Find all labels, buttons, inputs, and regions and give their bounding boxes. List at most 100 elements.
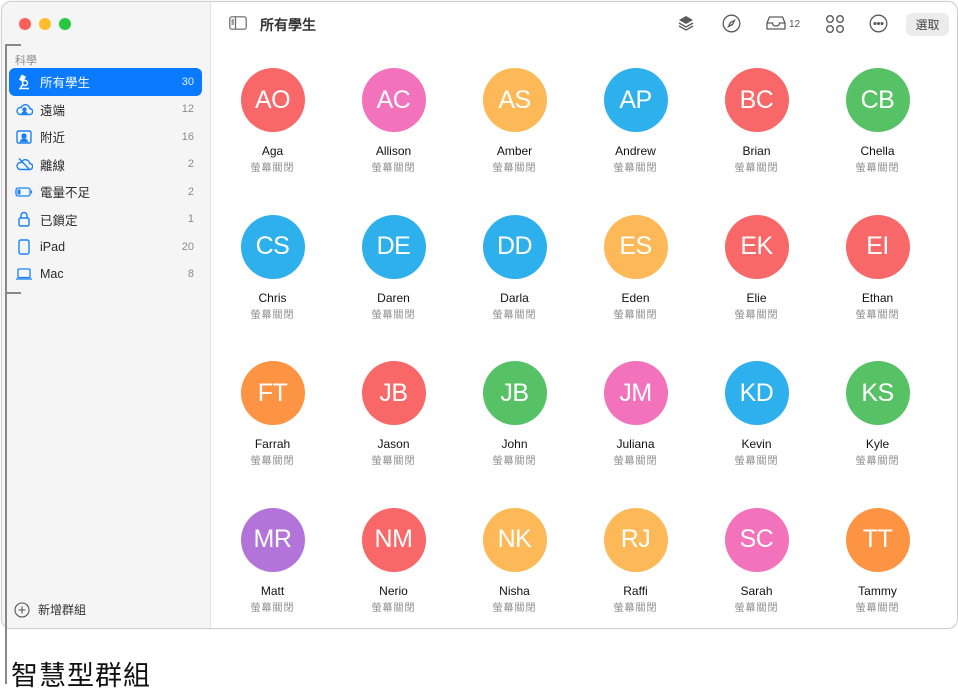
student-tile[interactable]: AO Aga 螢幕關閉 (212, 46, 333, 193)
sidebar-item-count: 16 (181, 130, 194, 143)
student-tile[interactable]: JB Jason 螢幕關閉 (333, 339, 454, 486)
student-tile[interactable]: KD Kevin 螢幕關閉 (696, 339, 817, 486)
sidebar-item-label: 離線 (40, 158, 66, 173)
avatar: MR (240, 507, 305, 572)
zoom-button[interactable] (59, 18, 71, 30)
avatar: CB (845, 68, 910, 132)
avatar: KD (724, 361, 789, 425)
student-tile[interactable]: JB John 螢幕關閉 (454, 339, 575, 486)
sidebar-item-ipad[interactable]: iPad 20 (9, 233, 202, 261)
toolbar: 所有學生 12 選取 (211, 2, 957, 46)
student-tile[interactable]: DE Daren 螢幕關閉 (333, 193, 454, 340)
avatar: FT (240, 361, 305, 425)
select-button[interactable]: 選取 (906, 13, 949, 36)
student-status: 螢幕關閉 (492, 456, 537, 467)
student-status: 螢幕關閉 (250, 163, 295, 174)
layers-icon[interactable] (677, 14, 695, 37)
student-tile[interactable]: AP Andrew 螢幕關閉 (575, 46, 696, 193)
add-group-label: 新增群組 (38, 603, 87, 617)
student-tile[interactable]: RJ Raffi 螢幕關閉 (575, 486, 696, 629)
student-name: Darla (500, 290, 529, 305)
sidebar-item-remote[interactable]: 遠端 12 (9, 96, 202, 124)
student-tile[interactable]: TT Tammy 螢幕關閉 (817, 486, 938, 629)
sidebar-item-label: 所有學生 (40, 76, 91, 91)
student-tile[interactable]: AC Allison 螢幕關閉 (333, 46, 454, 193)
more-icon[interactable] (869, 14, 888, 38)
sidebar-item-count: 2 (187, 158, 194, 171)
plus-circle-icon (14, 601, 30, 618)
sidebar-toggle-icon[interactable] (229, 16, 247, 35)
avatar: CS (240, 214, 305, 279)
student-status: 螢幕關閉 (613, 309, 658, 321)
avatar: JM (603, 361, 668, 425)
student-tile[interactable]: NK Nisha 螢幕關閉 (454, 486, 575, 629)
student-name: Amber (496, 144, 533, 158)
sidebar-item-locked[interactable]: 已鎖定 1 (9, 206, 202, 234)
student-name: Kyle (865, 437, 890, 451)
student-name: Juliana (616, 437, 655, 451)
sidebar-item-nearby[interactable]: 附近 16 (9, 123, 202, 151)
student-status: 螢幕關閉 (855, 163, 900, 174)
student-tile[interactable]: ES Eden 螢幕關閉 (575, 193, 696, 340)
sidebar-item-mac[interactable]: Mac 8 (9, 261, 202, 289)
sidebar-item-count: 8 (187, 268, 194, 281)
avatar: EI (845, 214, 910, 279)
student-tile[interactable]: EK Elie 螢幕關閉 (696, 193, 817, 340)
inbox-count: 12 (789, 19, 801, 30)
minimize-button[interactable] (39, 18, 51, 30)
sidebar-item-count: 30 (181, 75, 194, 88)
student-tile[interactable]: AS Amber 螢幕關閉 (454, 46, 575, 193)
student-tile[interactable]: NM Nerio 螢幕關閉 (333, 486, 454, 629)
sidebar-item-label: 電量不足 (40, 186, 91, 201)
sidebar-item-label: Mac (40, 267, 64, 282)
student-status: 螢幕關閉 (613, 602, 658, 614)
student-name: Raffi (623, 583, 648, 598)
avatar: ES (603, 214, 668, 279)
avatar: SC (724, 507, 789, 572)
sidebar-item-count: 20 (181, 240, 194, 253)
sidebar-item-count: 1 (187, 213, 194, 226)
student-tile[interactable]: JM Juliana 螢幕關閉 (575, 339, 696, 486)
sidebar-item-all-students[interactable]: 所有學生 30 (9, 68, 202, 96)
inbox-icon[interactable] (765, 15, 787, 36)
student-grid: AO Aga 螢幕關閉 AC Allison 螢幕關閉 AS Amber 螢幕關閉 AP Andre… (211, 46, 957, 628)
student-tile[interactable]: DD Darla 螢幕關閉 (454, 193, 575, 340)
sidebar-item-offline[interactable]: 離線 2 (9, 151, 202, 179)
avatar: RJ (603, 507, 668, 572)
student-tile[interactable]: EI Ethan 螢幕關閉 (817, 193, 938, 340)
student-name: Matt (260, 583, 285, 598)
callout-bracket (5, 44, 21, 294)
avatar: AO (240, 68, 305, 132)
student-name: Tammy (858, 583, 897, 598)
avatar: NM (361, 507, 426, 572)
student-tile[interactable]: MR Matt 螢幕關閉 (212, 486, 333, 629)
student-status: 螢幕關閉 (613, 456, 658, 467)
student-tile[interactable]: CS Chris 螢幕關閉 (212, 193, 333, 340)
avatar: AP (603, 68, 668, 132)
student-tile[interactable]: FT Farrah 螢幕關閉 (212, 339, 333, 486)
avatar: KS (845, 361, 910, 425)
sidebar-item-low-battery[interactable]: 電量不足 2 (9, 178, 202, 206)
student-status: 螢幕關閉 (371, 163, 416, 174)
sidebar-item-label: 已鎖定 (40, 213, 78, 228)
close-button[interactable] (19, 18, 31, 30)
student-tile[interactable]: BC Brian 螢幕關閉 (696, 46, 817, 193)
compass-icon[interactable] (722, 14, 741, 38)
student-status: 螢幕關閉 (734, 163, 779, 174)
student-tile[interactable]: KS Kyle 螢幕關閉 (817, 339, 938, 486)
student-name: Jason (377, 437, 410, 451)
student-tile[interactable]: SC Sarah 螢幕關閉 (696, 486, 817, 629)
avatar: DD (482, 214, 547, 279)
apps-grid-icon[interactable] (825, 14, 845, 39)
avatar: TT (845, 507, 910, 572)
add-group-button[interactable]: 新增群組 (14, 601, 86, 618)
student-name: Kevin (741, 437, 772, 451)
student-name: Elie (746, 290, 767, 305)
student-status: 螢幕關閉 (734, 309, 779, 321)
student-status: 螢幕關閉 (250, 309, 295, 321)
avatar: JB (482, 361, 547, 425)
sidebar-item-count: 2 (187, 185, 194, 198)
student-tile[interactable]: CB Chella 螢幕關閉 (817, 46, 938, 193)
student-status: 螢幕關閉 (371, 309, 416, 321)
student-name: Farrah (254, 437, 291, 451)
